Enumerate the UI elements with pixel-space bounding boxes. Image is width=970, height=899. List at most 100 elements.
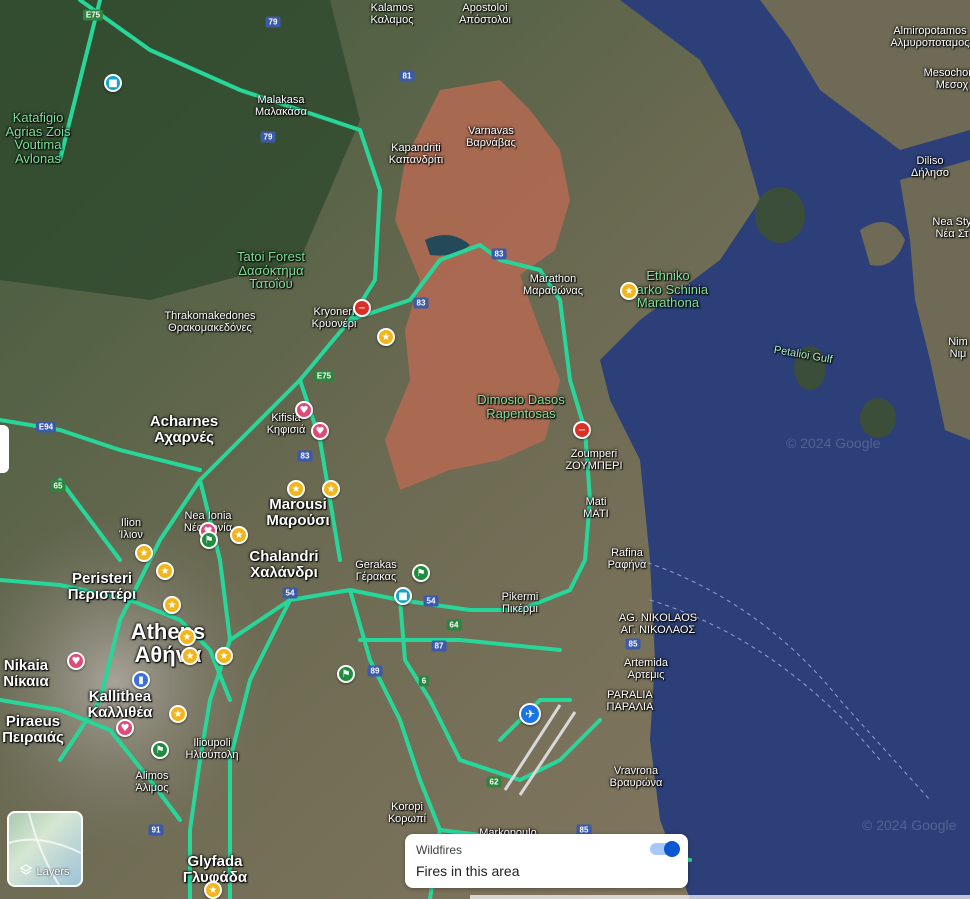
place-label[interactable]: Artemida Αρτεμις: [623, 657, 669, 681]
favorite-heart-icon[interactable]: ♥: [67, 652, 85, 670]
flag-icon[interactable]: ⚑: [412, 564, 430, 582]
park-label[interactable]: Dimosio Dasos Rapentosas: [477, 393, 564, 420]
favorite-heart-icon[interactable]: ♥: [295, 401, 313, 419]
road-shield: 85: [625, 638, 641, 650]
place-name-greek: Καλαμος: [370, 13, 414, 26]
saved-place-star-icon[interactable]: ★: [204, 881, 222, 899]
place-label[interactable]: Gerakas Γέρακας: [355, 559, 397, 583]
bus-stop-icon[interactable]: ■: [394, 587, 412, 605]
flag-icon[interactable]: ⚑: [200, 531, 218, 549]
park-label[interactable]: Tatoi Forest Δασόκτημα Τατοΐου: [237, 250, 305, 291]
park-label[interactable]: Katafigio Agrias Zois Voutima Avlonas: [5, 111, 70, 166]
place-name: Nim: [948, 336, 968, 348]
place-label[interactable]: Zoumperi ΖΟΥΜΠΕΡΙ: [565, 448, 622, 472]
place-name: Mati: [585, 496, 607, 508]
place-label[interactable]: Diliso Δήλησο: [911, 155, 949, 179]
place-label[interactable]: Peristeri Περιστέρι: [68, 571, 137, 603]
place-label[interactable]: Ilioupoli Ηλιούπολη: [186, 737, 239, 761]
road-closure-icon[interactable]: −: [573, 421, 591, 439]
place-name-greek: Ραφήνα: [607, 558, 647, 571]
place-name-greek: Βραυρώνα: [609, 776, 663, 789]
place-name: Diliso: [916, 155, 944, 167]
place-label[interactable]: AG. NIKOLAOS ΑΓ. ΝΙΚΟΛΑΟΣ: [619, 612, 697, 636]
park-label-line: Tatoi Forest: [237, 249, 305, 264]
place-label[interactable]: Ilion Ίλιον: [119, 517, 143, 541]
side-panel-handle[interactable]: [0, 425, 9, 473]
place-label[interactable]: Nim Νιμ: [948, 336, 968, 360]
saved-place-star-icon[interactable]: ★: [377, 328, 395, 346]
wildfires-toggle[interactable]: [650, 841, 680, 857]
park-label-line: Marathona: [636, 295, 700, 311]
place-name-greek: Αχαρνές: [154, 428, 214, 446]
road-shield: E75: [313, 370, 335, 382]
saved-place-star-icon[interactable]: ★: [620, 282, 638, 300]
place-label[interactable]: Kalamos Καλαμος: [370, 2, 414, 26]
saved-place-star-icon[interactable]: ★: [169, 705, 187, 723]
bus-stop-icon[interactable]: ■: [104, 74, 122, 92]
place-label[interactable]: Kallithea Καλλιθέα: [88, 689, 153, 721]
place-name-greek: Κορωπί: [387, 812, 427, 825]
shopping-bag-icon[interactable]: ▮: [132, 671, 150, 689]
place-name: Kapandriti: [391, 142, 441, 154]
favorite-heart-icon[interactable]: ♥: [311, 422, 329, 440]
place-label[interactable]: Marathon Μαραθώνας: [522, 273, 584, 297]
place-name-greek: Μαραθώνας: [522, 284, 584, 297]
place-label[interactable]: Almiropotamos Αλμυροποταμος: [890, 25, 969, 49]
place-label[interactable]: Acharnes Αχαρνές: [150, 414, 218, 446]
layers-button[interactable]: Layers: [7, 811, 83, 887]
place-label[interactable]: PARALIA ΠΑΡΑΛΙΑ: [607, 689, 654, 713]
wildfires-card[interactable]: Wildfires Fires in this area: [405, 834, 688, 888]
place-name: Rafina: [611, 547, 643, 559]
saved-place-star-icon[interactable]: ★: [156, 562, 174, 580]
favorite-heart-icon[interactable]: ♥: [116, 719, 134, 737]
place-label[interactable]: Varnavas Βαρνάβας: [466, 125, 516, 149]
place-label[interactable]: Mati ΜΑΤΙ: [583, 496, 609, 520]
road-shield: 62: [486, 776, 502, 788]
place-name-greek: ΜΑΤΙ: [583, 507, 609, 520]
place-name-greek: Περιστέρι: [67, 585, 137, 603]
place-label[interactable]: Malakasa Μαλακάσα: [255, 94, 307, 118]
place-name: Chalandri: [249, 548, 319, 565]
park-label-line: Dimosio Dasos: [477, 392, 565, 407]
place-label[interactable]: Marousi Μαρούσι: [266, 497, 329, 529]
place-name: Kallithea: [88, 688, 152, 705]
park-label[interactable]: Ethniko Parko Schinia Marathona: [628, 269, 708, 310]
place-label[interactable]: Nikaia Νίκαια: [3, 658, 48, 690]
road-shield: 54: [282, 587, 298, 599]
road-shield: 64: [446, 619, 462, 631]
place-label[interactable]: Apostoloi Απόστολοι: [459, 2, 511, 26]
place-name: Vravrona: [613, 765, 659, 777]
place-name: Varnavas: [468, 125, 514, 137]
saved-place-star-icon[interactable]: ★: [135, 544, 153, 562]
place-name-greek: Άλιμος: [135, 781, 169, 794]
place-label[interactable]: MesochoriaΜεσοχ: [924, 67, 970, 91]
saved-place-star-icon[interactable]: ★: [181, 647, 199, 665]
road-closure-icon[interactable]: −: [353, 299, 371, 317]
flag-icon[interactable]: ⚑: [151, 741, 169, 759]
flag-icon[interactable]: ⚑: [337, 665, 355, 683]
place-label[interactable]: Vravrona Βραυρώνα: [609, 765, 663, 789]
place-label[interactable]: Koropi Κορωπί: [387, 801, 427, 825]
toggle-knob: [664, 841, 680, 857]
saved-place-star-icon[interactable]: ★: [287, 480, 305, 498]
place-label[interactable]: Kapandriti Καπανδρίτι: [389, 142, 443, 166]
place-label[interactable]: Pikermi Πικέρμι: [502, 591, 539, 615]
place-name-greek: Βαρνάβας: [466, 136, 516, 149]
saved-place-star-icon[interactable]: ★: [322, 480, 340, 498]
place-label[interactable]: Rafina Ραφήνα: [607, 547, 647, 571]
saved-place-star-icon[interactable]: ★: [163, 596, 181, 614]
place-label[interactable]: Thrakomakedones Θρακομακεδόνες: [164, 310, 256, 334]
saved-place-star-icon[interactable]: ★: [178, 628, 196, 646]
place-label[interactable]: Chalandri Χαλάνδρι: [249, 549, 318, 581]
saved-place-star-icon[interactable]: ★: [230, 526, 248, 544]
place-name-greek: Αρτεμις: [627, 668, 665, 681]
place-label[interactable]: Alimos Άλιμος: [135, 770, 169, 794]
place-name: Thrakomakedones: [164, 310, 256, 322]
saved-place-star-icon[interactable]: ★: [215, 647, 233, 665]
place-label[interactable]: Nea Sty Νέα Στ: [932, 216, 970, 240]
airport-icon[interactable]: ✈: [519, 703, 541, 725]
place-name-greek: Απόστολοι: [459, 13, 511, 26]
place-name: Artemida: [623, 657, 669, 669]
place-label[interactable]: Piraeus Πειραιάς: [2, 714, 64, 746]
place-label[interactable]: Kryoneri Κρυονέρι: [312, 306, 357, 330]
